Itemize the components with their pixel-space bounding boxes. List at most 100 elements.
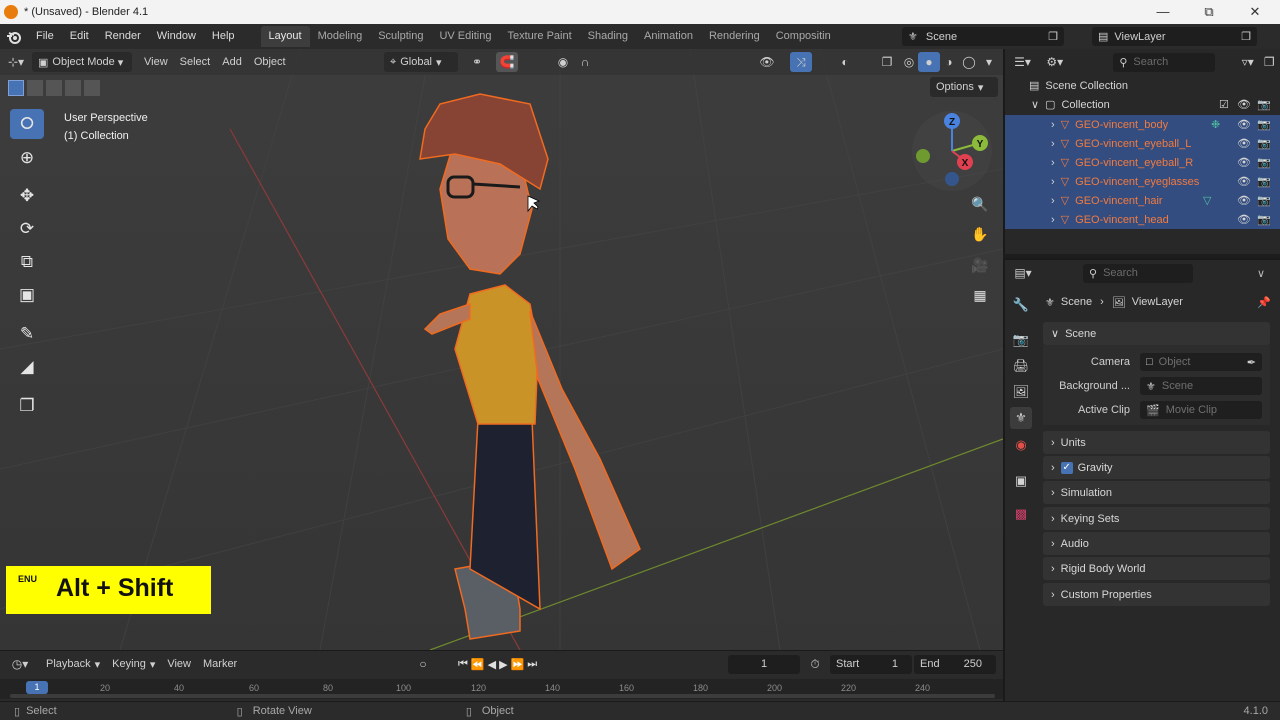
cursor-tool-icon[interactable]: ⊕ [10,143,44,173]
menu-playback[interactable]: Playback ▾ [40,654,106,674]
eye-icon[interactable]: 👁 [1237,118,1251,131]
stopwatch-icon[interactable]: ⏱ [804,654,826,674]
visibility-icon[interactable]: 👁 [756,52,778,72]
modifier-icon[interactable]: ❉ [1211,118,1220,131]
menu-object[interactable]: Object [248,52,292,72]
add-cube-tool-icon[interactable]: ❐ [10,391,44,421]
properties-editor-type-icon[interactable]: ▤▾ [1005,263,1041,283]
rendered-shading-icon[interactable]: ◯ [958,52,980,72]
properties-search-input[interactable]: ⚲ Search [1083,263,1193,283]
camera-view-icon[interactable]: 🎥 [967,252,993,278]
editor-type-icon[interactable]: ⊹▾ [0,52,32,72]
outliner-object-row[interactable]: › ▽ GEO-vincent_head 👁 📷 [1005,210,1280,229]
select-box-tool-icon[interactable]: ⭘ [10,109,44,139]
exclude-checkbox-icon[interactable]: ☑ [1219,98,1229,111]
timeline-ruler[interactable]: 1 20 40 60 80 100 120 140 160 180 200 22… [0,679,1003,699]
eye-icon[interactable]: 👁 [1237,175,1251,188]
camera-icon[interactable]: 📷 [1257,98,1271,111]
camera-field[interactable]: □ Object ✒ [1140,353,1262,371]
view-layer-tab-icon[interactable]: 🖼 [1010,381,1032,403]
auto-keying-icon[interactable]: ○ [412,654,434,674]
scene-selector[interactable]: ⚜ Scene ❐ [902,27,1064,46]
chevron-right-icon[interactable]: › [1051,176,1055,188]
chevron-right-icon[interactable]: › [1051,214,1055,226]
gizmo-toggle-icon[interactable]: ⤨ [790,52,812,72]
menu-window[interactable]: Window [149,24,204,49]
play-icon[interactable]: ▶ [499,658,507,671]
gravity-panel-header[interactable]: › ✓ Gravity [1043,456,1270,479]
current-frame-field[interactable]: 1 [728,654,800,674]
close-button[interactable]: ✕ [1232,0,1278,24]
move-tool-icon[interactable]: ✥ [10,181,44,211]
tool-tab-icon[interactable]: 🔧 [1010,294,1032,316]
scene-panel-header[interactable]: ∨ Scene [1043,322,1270,345]
display-mode-icon[interactable]: ⚙▾ [1040,52,1069,72]
keying-sets-panel-header[interactable]: › Keying Sets [1043,507,1270,530]
navigation-gizmo[interactable]: Y X Z [910,109,994,193]
falloff-icon[interactable]: ∩ [574,52,596,72]
active-clip-field[interactable]: 🎬 Movie Clip [1140,401,1262,419]
chevron-right-icon[interactable]: › [1051,119,1055,131]
select-subtract-icon[interactable] [46,80,62,96]
options-dropdown[interactable]: Options ▾ [930,77,998,97]
scale-tool-icon[interactable]: ⧉ [10,247,44,277]
menu-marker[interactable]: Marker [197,654,243,674]
tab-modeling[interactable]: Modeling [310,26,371,47]
jump-start-icon[interactable]: ⏮ [458,658,468,671]
outliner-object-row[interactable]: › ▽ GEO-vincent_eyeball_R 👁 📷 [1005,153,1280,172]
menu-help[interactable]: Help [204,24,243,49]
filter-icon[interactable]: ▿▾ [1237,52,1258,72]
eye-icon[interactable]: 👁 [1237,156,1251,169]
collection-tab-icon[interactable]: ▣ [1010,470,1032,492]
tab-sculpting[interactable]: Sculpting [370,26,431,47]
rigid-body-world-panel-header[interactable]: › Rigid Body World [1043,557,1270,580]
3d-viewport[interactable]: ⊹▾ ▣ Object Mode ▾ View Select Add Objec… [0,49,1003,650]
chevron-right-icon[interactable]: › [1051,157,1055,169]
end-frame-field[interactable]: End 250 [914,654,996,674]
timeline-scrollbar[interactable] [10,694,995,698]
menu-timeline-view[interactable]: View [161,654,197,674]
transform-orientation-dropdown[interactable]: ⌖ Global ▾ [384,52,458,72]
shading-options-icon[interactable]: ▾ [978,52,1000,72]
background-scene-field[interactable]: ⚜ Scene [1140,377,1262,395]
eye-icon[interactable]: 👁 [1237,137,1251,150]
scene-copy-icon[interactable]: ❐ [1048,30,1058,43]
timeline-editor-type-icon[interactable]: ◷▾ [0,654,40,674]
camera-icon[interactable]: 📷 [1257,156,1271,169]
texture-tab-icon[interactable]: ▩ [1010,503,1032,525]
measure-tool-icon[interactable]: ◢ [10,352,44,382]
blender-menu-icon[interactable] [0,24,28,49]
tab-shading[interactable]: Shading [580,26,636,47]
eye-icon[interactable]: 👁 [1237,98,1251,111]
scene-tab-icon[interactable]: ⚜ [1010,407,1032,429]
menu-edit[interactable]: Edit [62,24,97,49]
world-tab-icon[interactable]: ◉ [1010,434,1032,456]
units-panel-header[interactable]: › Units [1043,431,1270,454]
play-reverse-icon[interactable]: ◀ [488,658,496,671]
gravity-checkbox[interactable]: ✓ [1060,461,1073,474]
eyedropper-icon[interactable]: ✒ [1247,356,1256,369]
select-extend-icon[interactable] [27,80,43,96]
outliner-object-row[interactable]: › ▽ GEO-vincent_eyeglasses 👁 📷 [1005,172,1280,191]
menu-render[interactable]: Render [97,24,149,49]
outliner-editor-type-icon[interactable]: ☰▾ [1005,52,1040,72]
menu-view[interactable]: View [138,52,174,72]
select-invert-icon[interactable] [65,80,81,96]
output-tab-icon[interactable]: 🖨 [1010,355,1032,377]
outliner-object-row[interactable]: › ▽ GEO-vincent_eyeball_L 👁 📷 [1005,134,1280,153]
solid-shading-icon[interactable]: ● [918,52,940,72]
custom-properties-panel-header[interactable]: › Custom Properties [1043,583,1270,606]
overlays-icon[interactable]: ◐ [834,52,856,72]
tab-uv-editing[interactable]: UV Editing [431,26,499,47]
material-shading-icon[interactable]: ◑ [938,52,960,72]
perspective-toggle-icon[interactable]: ▦ [967,282,993,308]
modifier-icon[interactable]: ▽ [1203,194,1211,207]
rotate-tool-icon[interactable]: ⟳ [10,214,44,244]
jump-end-icon[interactable]: ⏭ [527,658,537,671]
start-frame-field[interactable]: Start 1 [830,654,912,674]
tab-animation[interactable]: Animation [636,26,701,47]
proportional-editing-icon[interactable]: ◉ [552,52,574,72]
maximize-button[interactable]: ⧉ [1186,0,1232,24]
outliner-object-row[interactable]: › ▽ GEO-vincent_hair ▽ 👁 📷 [1005,191,1280,210]
minimize-button[interactable]: — [1140,0,1186,24]
